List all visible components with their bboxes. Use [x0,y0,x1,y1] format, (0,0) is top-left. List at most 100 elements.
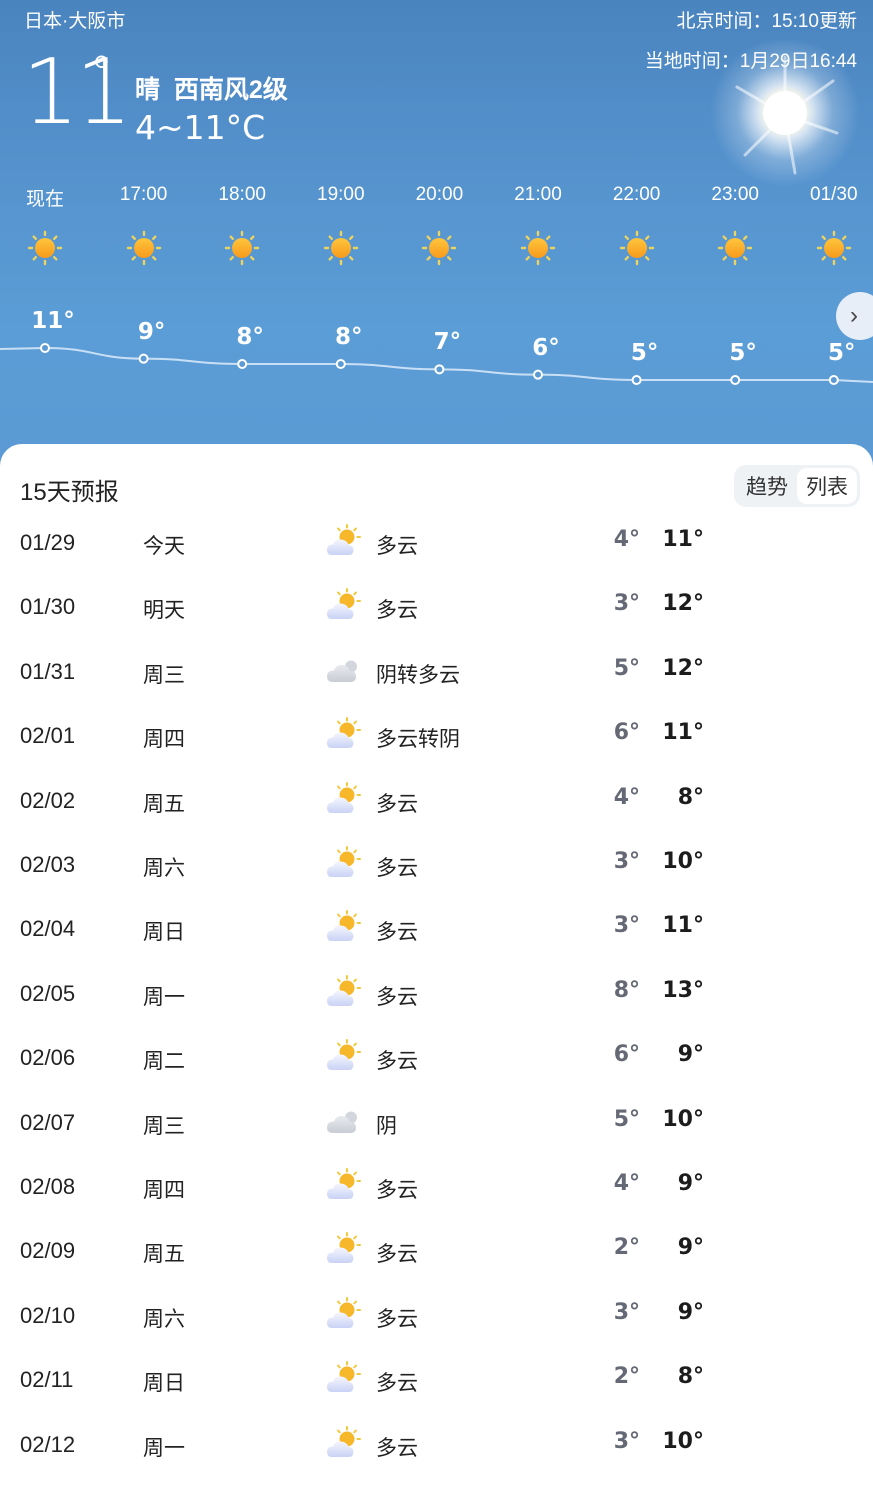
forecast-date: 02/01 [20,723,76,749]
forecast-condition: 多云 [376,985,418,1009]
hourly-time: 17:00 [119,184,168,205]
forecast-low-temp: 3° [613,1299,640,1325]
temperature-point [434,364,445,375]
forecast-row[interactable]: 02/08 周四 多云 4° 9° [0,1166,873,1206]
forecast-condition: 多云 [376,1436,418,1460]
hourly-time: 23:00 [711,184,759,205]
forecast-date: 02/08 [20,1174,76,1199]
forecast-date: 02/02 [20,787,76,813]
forecast-weekday: 周日 [143,921,185,945]
partly-cloudy-icon [326,781,362,818]
location-label[interactable]: 日本·大阪市 [24,6,125,33]
forecast-low-temp: 8° [613,977,640,1003]
forecast-row[interactable]: 02/09 周五 多云 2° 9° [0,1230,873,1270]
fifteen-day-forecast-panel: 15天预报 趋势 列表 01/29 今天 多云 4° 11° 01/30 明天 多云 3° 12°… [0,444,873,1488]
partly-cloudy-icon [326,1296,362,1333]
temperature-point [335,359,346,369]
forecast-row[interactable]: 02/05 周一 多云 8° 13° [0,973,873,1013]
current-temperature: 11 ° [22,48,133,138]
forecast-condition: 多云转阴 [376,728,460,752]
hourly-time: 20:00 [415,184,464,205]
forecast-high-temp: 11° [662,913,704,939]
forecast-date: 02/10 [20,1302,76,1328]
forecast-date: 02/05 [20,980,76,1006]
hourly-time: 19:00 [317,184,365,205]
temperature-point [533,369,543,380]
sunny-icon [816,230,852,266]
forecast-condition: 多云 [376,792,418,816]
forecast-low-temp: 4° [613,1171,640,1196]
forecast-row[interactable]: 02/10 周六 多云 3° 9° [0,1295,873,1335]
temperature-point [138,353,149,364]
forecast-high-temp: 12° [662,655,704,681]
forecast-weekday: 周六 [143,857,185,880]
partly-cloudy-icon [326,588,362,624]
overcast-icon [326,653,362,689]
overcast-icon [326,1104,362,1140]
forecast-weekday: 周四 [143,728,185,752]
hourly-time: 01/30 [810,184,858,205]
sunny-icon [323,230,359,266]
forecast-weekday: 周五 [143,1243,185,1267]
forecast-low-temp: 5° [613,655,640,681]
chevron-right-icon: › [850,302,858,329]
forecast-low-temp: 6° [613,1042,640,1068]
toggle-list[interactable]: 列表 [797,468,857,504]
partly-cloudy-icon [326,1232,362,1268]
forecast-low-temp: 2° [613,1235,640,1261]
forecast-weekday: 周三 [143,1114,185,1138]
forecast-row[interactable]: 01/30 明天 多云 3° 12° [0,586,873,626]
temperature-point [828,375,839,385]
forecast-date: 01/30 [20,594,76,620]
forecast-date: 01/31 [20,658,76,684]
forecast-row[interactable]: 02/11 周日 多云 2° 8° [0,1359,873,1399]
hourly-time: 21:00 [514,184,562,205]
forecast-row[interactable]: 02/06 周二 多云 6° 9° [0,1037,873,1077]
forecast-high-temp: 13° [662,977,704,1003]
partly-cloudy-icon [326,1039,362,1075]
temperature-point [237,359,248,369]
toggle-trend[interactable]: 趋势 [737,468,797,504]
forecast-weekday: 明天 [143,599,185,623]
forecast-low-temp: 3° [613,591,640,617]
partly-cloudy-icon [326,910,362,946]
forecast-high-temp: 8° [677,1364,704,1390]
forecast-weekday: 周二 [143,1050,185,1074]
local-time: 当地时间：1月29日16:44 [644,51,857,72]
forecast-low-temp: 3° [613,1428,640,1454]
forecast-row[interactable]: 02/04 周日 多云 3° 11° [0,908,873,948]
forecast-low-temp: 3° [613,913,640,939]
forecast-row[interactable]: 01/31 周三 阴转多云 5° 12° [0,651,873,691]
forecast-high-temp: 10° [662,849,704,874]
current-weather-hero: 日本·大阪市 北京时间：15:10更新 当地时间：1月29日16:44 11 °… [0,0,873,470]
forecast-high-temp: 9° [677,1235,704,1261]
forecast-low-temp: 6° [613,720,640,746]
forecast-high-temp: 9° [677,1171,704,1196]
forecast-weekday: 周四 [143,1179,185,1202]
forecast-high-temp: 9° [677,1299,704,1325]
temperature-point [40,343,50,353]
forecast-high-temp: 12° [662,591,704,617]
forecast-row[interactable]: 02/03 周六 多云 3° 10° [0,844,873,884]
forecast-row[interactable]: 02/07 周三 阴 5° 10° [0,1102,873,1142]
forecast-condition: 多云 [376,921,418,945]
forecast-row[interactable]: 02/02 周五 多云 4° 8° [0,780,873,820]
forecast-row[interactable]: 01/29 今天 多云 4° 11° [0,522,873,562]
forecast-high-temp: 11° [662,720,704,746]
forecast-condition: 多云 [376,535,418,558]
forecast-low-temp: 5° [613,1106,640,1132]
temperature-point [631,375,642,385]
forecast-weekday: 今天 [143,535,185,558]
forecast-row[interactable]: 02/12 周一 多云 3° 10° [0,1424,873,1464]
forecast-weekday: 周三 [143,663,185,687]
temperature-point [730,375,741,385]
forecast-condition: 阴转多云 [376,663,460,687]
partly-cloudy-icon [326,1361,362,1397]
forecast-high-temp: 10° [662,1428,704,1454]
partly-cloudy-icon [326,1425,362,1462]
forecast-condition: 多云 [376,1307,418,1331]
forecast-date: 02/11 [20,1367,74,1393]
forecast-row[interactable]: 02/01 周四 多云转阴 6° 11° [0,715,873,755]
partly-cloudy-icon [326,974,362,1011]
hourly-time: 现在 [25,189,64,210]
